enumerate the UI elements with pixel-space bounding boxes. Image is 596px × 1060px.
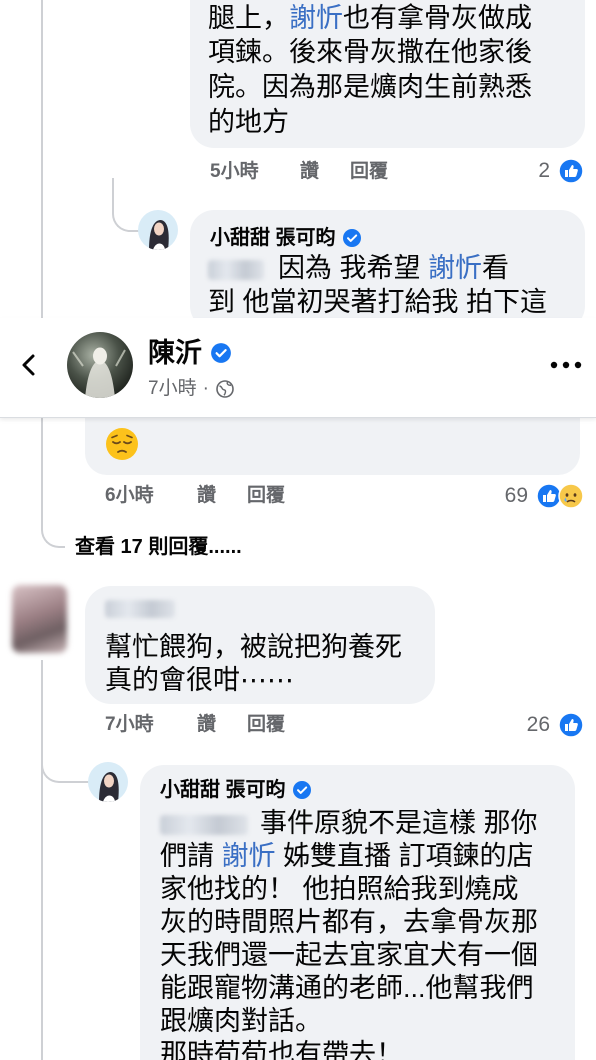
comment-text-line: 到 他當初哭著打給我 拍下這 — [208, 285, 547, 319]
comment-text-line: 幫忙餵狗，被說把狗養死 — [105, 632, 402, 662]
comment-text-line: 院。因為那是爌肉生前熟悉 — [208, 70, 532, 104]
post-meta: 7小時 · — [148, 377, 235, 401]
comment-author[interactable]: 小甜甜 張可昀 — [160, 778, 312, 802]
comment-text-line: 們請 謝忻 姊雙直播 訂項鍊的店 — [160, 839, 534, 873]
comment-text-line: 天我們還一起去宜家宜犬有一個 — [160, 940, 538, 970]
author-name[interactable]: 小甜甜 張可昀 — [210, 226, 336, 250]
comment-bubble-top-reply: 腿上，謝忻也有拿骨灰做成 項鍊。後來骨灰撒在他家後 院。因為那是爌肉生前熟悉 的… — [190, 0, 585, 148]
comment-text-line: 真的會很咁⋯⋯ — [105, 665, 294, 695]
text-segment: 院。因為那是爌肉生前熟悉 — [208, 72, 532, 102]
text-segment: 姊雙直播 訂項鍊的店 — [275, 841, 534, 871]
reply-link[interactable]: 回覆 — [247, 713, 285, 737]
avatar[interactable] — [67, 332, 133, 398]
comment-text-line: 腿上，謝忻也有拿骨灰做成 — [208, 1, 532, 35]
like-link[interactable]: 讚 — [197, 484, 216, 508]
like-link[interactable]: 讚 — [197, 713, 216, 737]
text-segment: 到 他當初哭著打給我 拍下這 — [208, 287, 548, 317]
text-segment: 因為 我希望 — [278, 253, 429, 283]
avatar[interactable] — [138, 210, 178, 250]
like-icon — [558, 158, 584, 184]
reply-link[interactable]: 回覆 — [247, 484, 285, 508]
avatar[interactable] — [88, 762, 128, 802]
post-header: 陳沂 7小時 · — [0, 318, 596, 418]
pensive-face-emoji — [106, 428, 138, 460]
comment-bubble-reply-2: 小甜甜 張可昀 事件原貌不是這樣 那你 們請 謝忻 姊雙直播 訂項鍊的店 家他找… — [140, 765, 575, 1060]
comment-author[interactable]: 小甜甜 張可昀 — [210, 226, 362, 250]
reaction-count: 2 — [538, 159, 550, 182]
comment-text-line: 的地方 — [208, 105, 289, 139]
text-segment: 項鍊。後來骨灰撒在他家後 — [208, 37, 532, 67]
text-segment: 看 — [482, 253, 510, 283]
comment-time: 7小時 — [105, 714, 154, 735]
thread-curve-view-replies — [41, 500, 65, 548]
thread-curve-reply-1 — [112, 178, 139, 232]
comment-bubble-reply-1: 小甜甜 張可昀 因為 我希望 謝忻看 到 他當初哭著打給我 拍下這 — [190, 210, 585, 330]
comment-time: 6小時 — [105, 485, 154, 506]
comment-text-line: 跟爌肉對話。 — [160, 1006, 322, 1036]
thread-line-comment-2 — [41, 660, 43, 1060]
text-segment: 們請 — [160, 841, 222, 871]
verified-badge-icon — [211, 343, 231, 363]
post-time[interactable]: 7小時 — [148, 377, 197, 401]
reply-link[interactable]: 回覆 — [350, 160, 388, 184]
mention-link[interactable]: 謝忻 — [289, 3, 343, 33]
author-name[interactable]: 陳沂 — [148, 337, 202, 369]
reaction-count: 69 — [504, 484, 528, 507]
chevron-left-icon[interactable] — [16, 352, 42, 378]
more-horizontal-icon[interactable] — [548, 359, 584, 371]
sad-icon — [558, 483, 584, 509]
reaction-summary[interactable]: 2 — [538, 158, 584, 184]
comment-text-line: 家他找的！ 他拍照給我到燒成 — [160, 874, 519, 904]
reaction-summary[interactable]: 26 — [527, 712, 584, 738]
separator: · — [202, 378, 209, 399]
post-author[interactable]: 陳沂 — [148, 337, 232, 369]
blurred-name — [105, 600, 175, 618]
view-more-replies-link[interactable]: 查看 17 則回覆...... — [75, 535, 242, 559]
comment-text-line: 那時荀荀也有帶去！ — [160, 1039, 403, 1060]
globe-icon — [216, 380, 234, 398]
comment-time: 5小時 — [210, 161, 259, 182]
text-segment: 事件原貌不是這樣 那你 — [260, 808, 538, 838]
blurred-name — [160, 814, 248, 835]
comment-text-line: 事件原貌不是這樣 那你 — [160, 806, 538, 840]
comment-text-line: 項鍊。後來骨灰撒在他家後 — [208, 35, 532, 69]
text-segment: 的地方 — [208, 107, 289, 137]
comment-text-line: 因為 我希望 謝忻看 — [208, 251, 509, 285]
comment-bubble-2: 幫忙餵狗，被說把狗養死 真的會很咁⋯⋯ — [85, 586, 435, 704]
verified-badge-icon — [342, 229, 361, 247]
author-name[interactable]: 小甜甜 張可昀 — [160, 778, 286, 802]
avatar-blurred[interactable] — [12, 585, 67, 653]
reaction-summary[interactable]: 69 — [505, 483, 584, 509]
text-segment: 腿上， — [208, 3, 289, 33]
comment-text-line: 能跟寵物溝通的老師...他幫我們 — [160, 973, 534, 1003]
mention-link[interactable]: 謝忻 — [428, 253, 482, 283]
thread-line-main — [41, 0, 43, 505]
thread-curve-reply-2 — [41, 740, 89, 783]
like-link[interactable]: 讚 — [300, 160, 319, 184]
text-segment: 也有拿骨灰做成 — [343, 3, 532, 33]
like-icon — [558, 712, 584, 738]
verified-badge-icon — [292, 781, 311, 799]
reaction-count: 26 — [526, 713, 550, 736]
comment-text-line: 灰的時間照片都有，去拿骨灰那 — [160, 907, 538, 937]
mention-link[interactable]: 謝忻 — [222, 841, 276, 871]
blurred-name — [208, 259, 264, 280]
